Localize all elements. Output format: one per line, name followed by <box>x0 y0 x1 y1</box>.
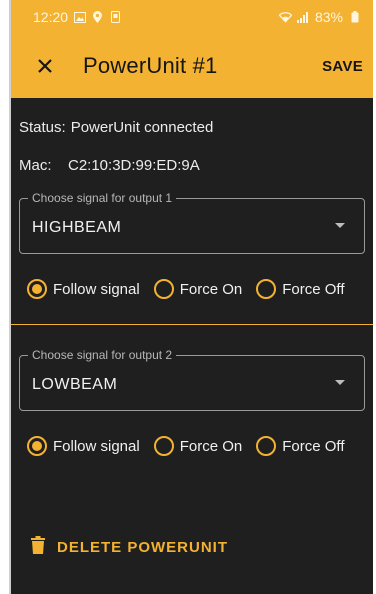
location-icon <box>91 11 104 24</box>
output-1-value: HIGHBEAM <box>32 219 122 236</box>
output-1-legend: Choose signal for output 1 <box>28 191 177 205</box>
radio-label: Force Off <box>282 437 345 455</box>
output-1-force-on-radio[interactable]: Force On <box>153 279 243 299</box>
output-2-select[interactable]: Choose signal for output 2 LOWBEAM <box>19 348 365 411</box>
status-value: PowerUnit connected <box>70 119 214 136</box>
radio-label: Follow signal <box>53 437 140 455</box>
output-1-select[interactable]: Choose signal for output 1 HIGHBEAM <box>19 191 365 254</box>
save-button[interactable]: SAVE <box>322 58 363 75</box>
gallery-icon <box>73 11 86 24</box>
radio-unchecked-icon <box>256 436 277 456</box>
mac-label: Mac: <box>19 157 52 174</box>
clock: 12:20 <box>33 9 69 25</box>
output-1-follow-signal-radio[interactable]: Follow signal <box>27 279 140 299</box>
battery-icon <box>348 11 361 24</box>
status-row: Status: PowerUnit connected <box>19 119 373 136</box>
output-2-force-on-radio[interactable]: Force On <box>153 436 243 456</box>
delete-powerunit-button[interactable]: DELETE POWERUNIT <box>19 536 373 559</box>
page-title: PowerUnit #1 <box>83 53 218 78</box>
app-bar: PowerUnit #1 SAVE <box>11 34 373 98</box>
radio-unchecked-icon <box>153 279 174 299</box>
status-bar: 12:20 83% <box>11 0 373 34</box>
phone-icon <box>109 11 122 24</box>
trash-icon <box>31 536 45 559</box>
radio-checked-icon <box>27 436 47 456</box>
radio-label: Force Off <box>282 280 345 298</box>
output-1-force-off-radio[interactable]: Force Off <box>256 279 345 299</box>
mac-row: Mac: C2:10:3D:99:ED:9A <box>19 157 373 174</box>
radio-label: Follow signal <box>53 280 140 298</box>
output-2-mode-group: Follow signal Force On Force Off <box>19 436 373 456</box>
battery-percent: 83% <box>314 9 343 25</box>
radio-label: Force On <box>179 280 243 298</box>
close-icon[interactable] <box>33 54 57 78</box>
radio-unchecked-icon <box>153 436 174 456</box>
output-2-force-off-radio[interactable]: Force Off <box>256 436 345 456</box>
output-2-value: LOWBEAM <box>32 376 118 393</box>
output-2-legend: Choose signal for output 2 <box>28 348 177 362</box>
dropdown-arrow-icon <box>334 377 346 389</box>
signal-icon <box>297 11 310 24</box>
app-screen: 12:20 83% PowerUnit #1 SAVE Status: Powe… <box>9 0 373 594</box>
radio-label: Force On <box>179 437 243 455</box>
output-1-mode-group: Follow signal Force On Force Off <box>19 279 373 299</box>
divider <box>11 324 373 325</box>
output-2-follow-signal-radio[interactable]: Follow signal <box>27 436 140 456</box>
radio-unchecked-icon <box>256 279 277 299</box>
delete-label: DELETE POWERUNIT <box>57 539 229 556</box>
mac-value: C2:10:3D:99:ED:9A <box>68 157 200 174</box>
wifi-icon <box>278 11 292 24</box>
dropdown-arrow-icon <box>334 220 346 232</box>
radio-checked-icon <box>27 279 47 299</box>
main-content: Status: PowerUnit connected Mac: C2:10:3… <box>11 119 373 559</box>
status-label: Status: <box>19 119 66 136</box>
